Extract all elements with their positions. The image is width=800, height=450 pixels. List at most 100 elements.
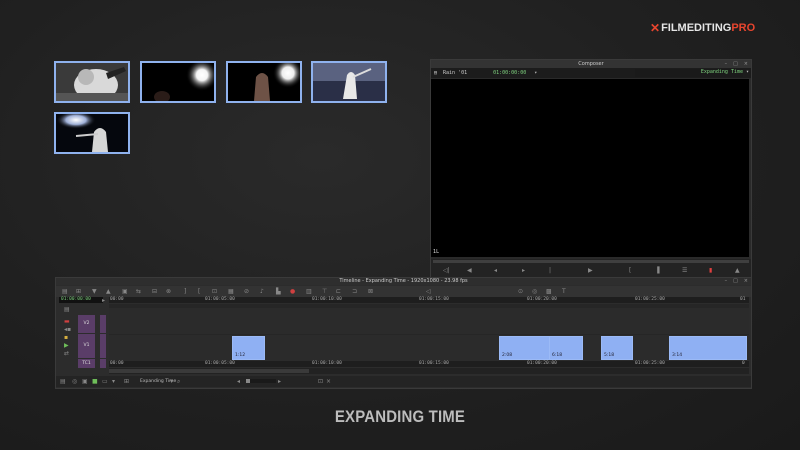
source-clip-name[interactable]: Rain '01 (443, 70, 467, 76)
grid-icon[interactable]: ⊞ (124, 378, 129, 385)
zoom-in-icon[interactable]: ▸ (278, 378, 281, 385)
toolbar-menu-icon[interactable]: ▤ (62, 288, 68, 295)
track-sync-icon[interactable]: ⇄ (64, 350, 69, 357)
mark-out-bracket-icon[interactable]: ▐ (655, 267, 660, 274)
scrollbar-thumb[interactable] (109, 369, 309, 373)
effects-icon[interactable]: ▦ (228, 288, 234, 295)
camera-icon[interactable]: ▩ (546, 288, 552, 295)
slip-icon[interactable]: ⊏ (336, 288, 341, 295)
track-v2-lane[interactable] (109, 308, 749, 334)
lift-icon[interactable]: ▲ (735, 267, 740, 274)
position-bar[interactable] (433, 260, 749, 263)
monitor-icon[interactable]: ▭ (102, 378, 108, 385)
clear-marks-icon[interactable]: ☰ (682, 267, 687, 274)
dropdown-icon[interactable]: ▾ (112, 378, 115, 385)
audio-mixer-icon[interactable]: ◁ (426, 288, 431, 295)
link-icon[interactable]: ◎ (532, 288, 537, 295)
toggle-source-icon[interactable]: ◎ (72, 378, 77, 385)
render-icon[interactable]: ⊘ (244, 288, 249, 295)
track-solo-icon[interactable]: ▪ (64, 334, 68, 341)
track-header-v1[interactable]: V1 (78, 334, 95, 358)
clip-label: 5:18 (604, 353, 615, 358)
timeline-timecode[interactable]: 01:00:00:00 (59, 297, 103, 303)
mark-in-icon[interactable]: ] (184, 288, 186, 295)
close-icon[interactable]: × (744, 278, 748, 285)
track-v1-lane[interactable] (109, 335, 749, 361)
video-quality-icon[interactable]: ▣ (82, 378, 88, 385)
timeline-clip[interactable]: 6:18 (549, 336, 583, 360)
segment-tool-icon[interactable]: ⊟ (152, 288, 157, 295)
mark-in-bracket-icon[interactable]: [ (629, 267, 631, 274)
bin-thumbnail-1[interactable] (54, 61, 130, 103)
fast-menu-icon[interactable]: ▤ (60, 378, 66, 385)
ruler-mark: 01:00:10:00 (312, 297, 342, 302)
zoom-slider-thumb[interactable] (246, 379, 250, 383)
source-patch-v2[interactable] (100, 315, 106, 333)
close-icon[interactable]: × (744, 60, 748, 68)
segment-lift-icon[interactable]: ▥ (306, 288, 312, 295)
audio-icon[interactable]: ♪ (260, 288, 264, 295)
track-options-icon[interactable]: ▤ (64, 306, 70, 313)
composer-viewer[interactable]: 1L (431, 79, 749, 257)
bin-thumbnail-5[interactable] (54, 112, 130, 154)
search-icon[interactable]: ⌕ (177, 378, 180, 385)
zoom-icon[interactable]: ⊠ (368, 288, 373, 295)
timeline-clip[interactable]: 3:14 (669, 336, 747, 360)
snap-icon[interactable]: ⊙ (518, 288, 523, 295)
maximize-icon[interactable]: □ (733, 60, 738, 68)
timeline-timecode-track[interactable]: 00:00 01:00:05:00 01:00:10:00 01:00:15:0… (109, 361, 749, 367)
match-frame-icon[interactable]: ⊡ (212, 288, 217, 295)
timeline-clip[interactable]: 5:18 (601, 336, 633, 360)
source-timecode[interactable]: 01:00:00:00 (493, 70, 526, 76)
splice-icon[interactable]: ⇆ (136, 288, 141, 295)
menu-icon[interactable]: ▤ (434, 70, 437, 76)
record-icon[interactable]: ● (290, 288, 295, 295)
slide-icon[interactable]: ⊐ (352, 288, 357, 295)
play-forward-icon[interactable]: ▶ (588, 267, 593, 274)
timeline-track-area[interactable]: 1:12 2:08 6:18 5:18 3:14 (109, 304, 749, 361)
sequence-dropdown-icon[interactable]: ▾ (170, 378, 173, 385)
layout-icon[interactable]: ⊡ (318, 378, 323, 385)
track-header-v2[interactable]: V2 (78, 315, 95, 333)
lift-icon[interactable]: ▲ (106, 288, 111, 295)
step-back-icon[interactable]: ◀ (467, 267, 472, 274)
top-icon[interactable]: ⊤ (322, 288, 327, 295)
mark-out-icon[interactable]: [ (198, 288, 200, 295)
bin-thumbnail-3[interactable] (226, 61, 302, 103)
record-marker-icon[interactable]: ▮ (709, 267, 712, 274)
timeline-scrollbar[interactable] (109, 368, 749, 374)
text-tool-icon[interactable]: T (562, 288, 566, 295)
green-quality-icon[interactable]: ■ (92, 378, 98, 385)
close-panel-icon[interactable]: × (326, 378, 331, 385)
record-sequence-name[interactable]: Expanding Time (635, 69, 743, 77)
timeline-ruler[interactable]: 00:00 01:00:05:00 01:00:10:00 01:00:15:0… (109, 297, 749, 303)
minimize-icon[interactable]: – (725, 278, 728, 285)
trim-icon[interactable]: ⊗ (166, 288, 171, 295)
bin-thumbnail-2[interactable] (140, 61, 216, 103)
maximize-icon[interactable]: □ (733, 278, 738, 285)
timecode-menu-icon[interactable]: ▸ (102, 297, 105, 304)
step-forward-frame-icon[interactable]: ▸ (522, 267, 525, 274)
track-lock-icon[interactable]: ▬ (64, 318, 70, 325)
add-edit-icon[interactable]: ⊞ (76, 288, 81, 295)
extract-icon[interactable]: ▣ (122, 288, 128, 295)
track-monitor-icon[interactable]: ◂▪ (64, 326, 71, 333)
sequence-dropdown-icon[interactable]: ▾ (746, 69, 749, 75)
step-back-frame-icon[interactable]: ◂ (494, 267, 497, 274)
play-icon[interactable]: | (549, 267, 551, 274)
zoom-out-icon[interactable]: ◂ (237, 378, 240, 385)
timeline-clip[interactable]: 1:12 (232, 336, 265, 360)
overwrite-icon[interactable]: ▼ (92, 288, 97, 295)
bin-thumbnail-4[interactable] (311, 61, 387, 103)
timeline-clip[interactable]: 2:08 (499, 336, 550, 360)
track-header-tc1[interactable]: TC1 (78, 359, 95, 368)
ruler-mark: 00:00 (110, 297, 124, 302)
lock-icon[interactable]: ▙ (276, 288, 281, 295)
mark-in-icon[interactable]: ◁| (443, 267, 450, 274)
zoom-slider[interactable] (246, 379, 276, 383)
source-patch-tc1[interactable] (100, 359, 106, 368)
minimize-icon[interactable]: – (725, 60, 728, 68)
timecode-dropdown-icon[interactable]: ▾ (534, 70, 537, 76)
source-patch-v1[interactable] (100, 334, 106, 358)
track-enable-icon[interactable]: ▶ (64, 342, 69, 349)
